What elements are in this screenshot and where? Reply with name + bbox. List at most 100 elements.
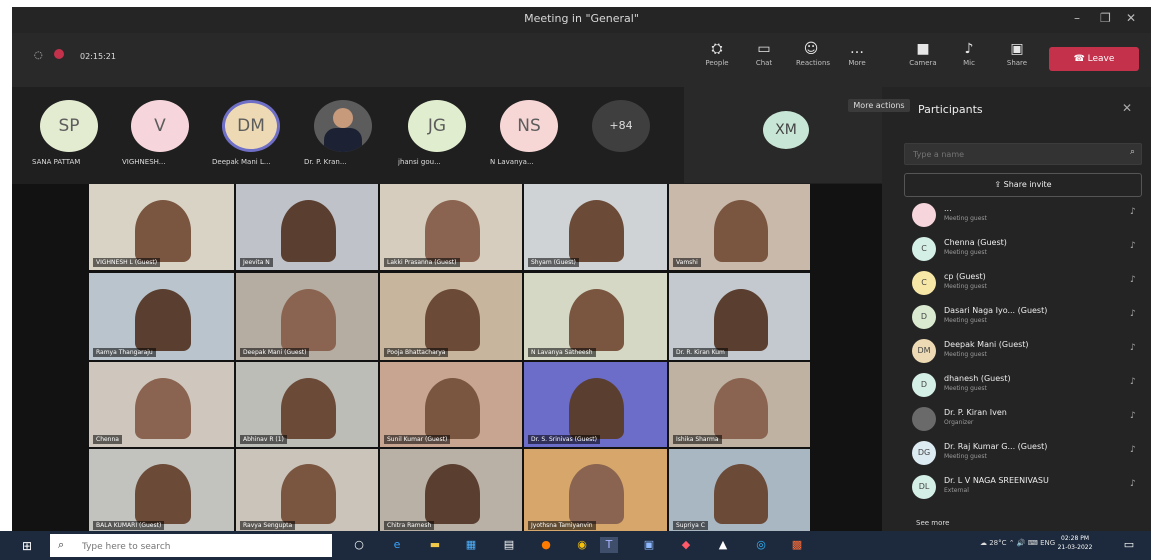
participant-row[interactable]: D Dasari Naga Iyo... (Guest) Meeting guest… (912, 303, 1142, 333)
video-tile[interactable]: Dr. R. Kiran Kum (669, 273, 810, 360)
task-view-icon[interactable]: ○ (350, 537, 368, 553)
people-button[interactable]: ⛭ People (702, 41, 732, 67)
avatar-dm-speaking[interactable]: DM (222, 100, 280, 152)
avatar-label: jhansi gou... (398, 158, 441, 166)
tile-name-label: Ramya Thangaraju (93, 348, 156, 357)
minimize-button[interactable]: – (1074, 11, 1080, 25)
app-icon-5[interactable]: ▩ (788, 537, 806, 553)
tile-name-label: Ravya Sengupta (240, 521, 296, 530)
participant-video (135, 464, 191, 524)
avatar-sp[interactable]: SP (40, 100, 98, 152)
leave-button[interactable]: ☎ Leave (1049, 47, 1139, 71)
video-tile[interactable]: Chenna (89, 362, 234, 447)
share-icon: ⇪ (994, 180, 1004, 189)
app-icon-2[interactable]: ◆ (677, 537, 695, 553)
video-tile[interactable]: Ramya Thangaraju (89, 273, 234, 360)
participant-row[interactable]: DG Dr. Raj Kumar G... (Guest) Meeting gues… (912, 439, 1142, 469)
avatar-xm: XM (763, 111, 809, 149)
video-tile[interactable]: N Lavanya Satheesh (524, 273, 667, 360)
close-icon[interactable]: ✕ (1122, 101, 1132, 115)
maximize-button[interactable]: ❐ (1100, 11, 1111, 25)
chat-icon: ▭ (757, 41, 771, 57)
participant-avatar: D (912, 373, 936, 397)
see-more-link[interactable]: See more (916, 519, 949, 527)
participant-search: ⌕ (904, 143, 1142, 165)
video-tile[interactable]: Abhinav R (1) (236, 362, 378, 447)
firefox-icon[interactable]: ● (537, 537, 555, 553)
avatar-photo[interactable] (314, 100, 372, 152)
video-tile[interactable]: VIGHNESH L (Guest) (89, 184, 234, 270)
participant-video (714, 289, 768, 351)
video-grid: VIGHNESH L (Guest) Jeevita N Lakki Prasann… (12, 184, 882, 533)
system-tray[interactable]: ☁ 28°C ⌃ 🔊 ⌨ ENG (980, 539, 1055, 547)
share-invite-button[interactable]: ⇪ Share invite (904, 173, 1142, 197)
more-actions-button[interactable]: … More (842, 41, 872, 67)
app-icon-4[interactable]: ◎ (752, 537, 770, 553)
share-button[interactable]: ▣ Share (1002, 41, 1032, 67)
participant-row[interactable]: ... Meeting guest ♪ (912, 201, 1142, 231)
tile-name-label: Sunil Kumar (Guest) (384, 435, 451, 444)
chrome-icon[interactable]: ◉ (573, 537, 591, 553)
edge-icon[interactable]: e (388, 537, 406, 553)
mail-icon[interactable]: ▤ (500, 537, 518, 553)
participant-row[interactable]: C Chenna (Guest) Meeting guest ♪ (912, 235, 1142, 265)
avatar-v[interactable]: V (131, 100, 189, 152)
taskbar-clock[interactable]: 02:28 PM 21-03-2022 (1050, 534, 1100, 552)
mic-muted-icon: ♪ (1130, 343, 1136, 353)
file-explorer-icon[interactable]: ▬ (426, 537, 444, 553)
video-tile[interactable]: Shyam (Guest) (524, 184, 667, 270)
video-tile[interactable]: Lakki Prasanna (Guest) (380, 184, 522, 270)
video-tile[interactable]: Ravya Sengupta (236, 449, 378, 533)
participant-avatar: C (912, 271, 936, 295)
mic-button[interactable]: ♪ Mic (954, 41, 984, 67)
title-bar: Meeting in "General" – ❐ ✕ (12, 7, 1151, 33)
chat-button[interactable]: ▭ Chat (749, 41, 779, 67)
participant-video (425, 378, 480, 439)
more-participants-button[interactable]: +84 (592, 100, 650, 152)
participant-role: Meeting guest (944, 351, 987, 358)
video-tile[interactable]: Vamshi (669, 184, 810, 270)
mic-muted-icon: ♪ (1130, 275, 1136, 285)
participant-role: Meeting guest (944, 317, 987, 324)
windows-start-icon[interactable]: ⊞ (22, 539, 32, 553)
reactions-button[interactable]: ☺ Reactions (796, 41, 830, 67)
participant-name: Dr. Raj Kumar G... (Guest) (944, 442, 1048, 451)
participant-row[interactable]: Ccp (Guest) Meeting guest ♪ (912, 269, 1142, 299)
tile-name-label: Deepak Mani (Guest) (240, 348, 310, 357)
video-tile[interactable]: Supriya C (669, 449, 810, 533)
video-tile[interactable]: Ishika Sharma (669, 362, 810, 447)
mic-muted-icon: ♪ (1130, 445, 1136, 455)
video-tile[interactable]: Jyothsna Tamiyanvin (524, 449, 667, 533)
video-tile[interactable]: Sunil Kumar (Guest) (380, 362, 522, 447)
video-tile[interactable]: Dr. S. Srinivas (Guest) (524, 362, 667, 447)
notifications-icon[interactable]: ▭ (1120, 537, 1138, 553)
app-icon-3[interactable]: ▲ (714, 537, 732, 553)
video-tile[interactable]: Pooja Bhattacharya (380, 273, 522, 360)
participant-row[interactable]: Ddhanesh (Guest) Meeting guest ♪ (912, 371, 1142, 401)
participant-row[interactable]: Dr. P. Kiran Iven Organizer ♪ (912, 405, 1142, 435)
participant-role: Organizer (944, 419, 974, 426)
participant-name: Dr. L V NAGA SREENIVASU (944, 476, 1049, 485)
tile-name-label: Jeevita N (240, 258, 273, 267)
tile-name-label: N Lavanya Satheesh (528, 348, 596, 357)
app-icon[interactable]: ▣ (640, 537, 658, 553)
participant-video (135, 378, 191, 439)
video-tile[interactable]: Jeevita N (236, 184, 378, 270)
teams-icon[interactable]: T (600, 537, 618, 553)
camera-icon: ■ (916, 41, 930, 57)
video-tile[interactable]: Chitra Ramesh (380, 449, 522, 533)
camera-button[interactable]: ■ Camera (908, 41, 938, 67)
taskbar-search-input[interactable] (80, 539, 324, 554)
avatar-jg[interactable]: JG (408, 100, 466, 152)
participant-name: Deepak Mani (Guest) (944, 340, 1029, 349)
video-tile[interactable]: Deepak Mani (Guest) (236, 273, 378, 360)
close-window-button[interactable]: ✕ (1126, 11, 1136, 25)
participant-search-input[interactable] (911, 147, 1115, 162)
avatar-ns[interactable]: NS (500, 100, 558, 152)
search-icon: ⌕ (58, 538, 65, 551)
shield-icon: ◌ (34, 50, 43, 61)
participant-row[interactable]: DM Deepak Mani (Guest) Meeting guest ♪ (912, 337, 1142, 367)
participant-row[interactable]: DL Dr. L V NAGA SREENIVASU External ♪ (912, 473, 1142, 503)
video-tile[interactable]: BALA KUMARI (Guest) (89, 449, 234, 533)
store-icon[interactable]: ▦ (462, 537, 480, 553)
